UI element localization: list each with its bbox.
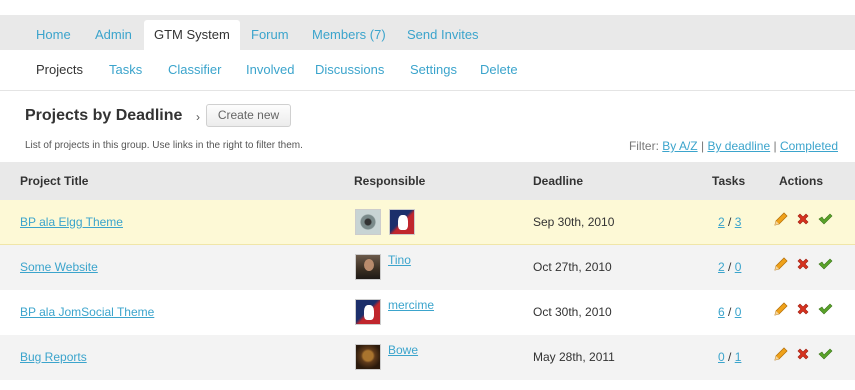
checkmark-icon[interactable] [817, 256, 833, 272]
tasks-total-link[interactable]: 3 [735, 215, 742, 229]
header-tasks: Tasks [712, 174, 746, 188]
subnav-settings[interactable]: Settings [410, 62, 457, 77]
projects-table-header: Project Title Responsible Deadline Tasks… [0, 162, 855, 200]
delete-x-icon[interactable] [795, 301, 811, 317]
table-row: BP ala Elgg Theme Sep 30th, 2010 2 / 3 [0, 200, 855, 245]
subnav-classifier[interactable]: Classifier [168, 62, 221, 77]
project-title-link[interactable]: Bug Reports [20, 350, 87, 364]
create-new-button[interactable]: Create new [206, 104, 291, 127]
responsible-user-link[interactable]: mercime [388, 298, 434, 312]
filter-completed-link[interactable]: Completed [780, 139, 838, 153]
tasks-done-link[interactable]: 6 [718, 305, 725, 319]
tab-forum[interactable]: Forum [241, 20, 299, 50]
gtm-subnav: Projects Tasks Classifier Involved Discu… [0, 50, 855, 91]
avatar[interactable] [355, 254, 381, 280]
responsible-user-link[interactable]: Bowe [388, 343, 418, 357]
avatar[interactable] [355, 344, 381, 370]
subnav-projects[interactable]: Projects [36, 62, 83, 77]
header-deadline: Deadline [533, 174, 584, 188]
subnav-discussions[interactable]: Discussions [315, 62, 384, 77]
tasks-done-link[interactable]: 0 [718, 350, 725, 364]
page-description: List of projects in this group. Use link… [25, 140, 303, 151]
group-tab-bar: Home Admin GTM System Forum Members (7) … [0, 15, 855, 50]
table-row: Bug Reports Bowe May 28th, 2011 0 / 1 [0, 335, 855, 380]
project-title-link[interactable]: BP ala Elgg Theme [20, 215, 123, 229]
filter-by-az-link[interactable]: By A/Z [662, 139, 697, 153]
tasks-separator: / [728, 215, 732, 229]
deadline-value: Sep 30th, 2010 [533, 215, 615, 229]
tasks-separator: / [728, 350, 732, 364]
avatar[interactable] [389, 209, 415, 235]
subnav-involved[interactable]: Involved [246, 62, 294, 77]
pencil-icon[interactable] [773, 211, 789, 227]
delete-x-icon[interactable] [795, 346, 811, 362]
deadline-value: Oct 27th, 2010 [533, 260, 612, 274]
top-strip [0, 0, 855, 15]
checkmark-icon[interactable] [817, 211, 833, 227]
tab-admin[interactable]: Admin [85, 20, 142, 50]
pencil-icon[interactable] [773, 346, 789, 362]
table-row: Some Website Tino Oct 27th, 2010 2 / 0 [0, 245, 855, 290]
tasks-done-link[interactable]: 2 [718, 260, 725, 274]
delete-x-icon[interactable] [795, 211, 811, 227]
pencil-icon[interactable] [773, 301, 789, 317]
filter-label: Filter: [628, 139, 659, 153]
deadline-value: May 28th, 2011 [533, 350, 615, 364]
project-title-link[interactable]: BP ala JomSocial Theme [20, 305, 154, 319]
responsible-user-link[interactable]: Tino [388, 253, 411, 267]
tab-gtm-system[interactable]: GTM System [144, 20, 240, 50]
tasks-separator: / [728, 305, 732, 319]
tab-home[interactable]: Home [26, 20, 81, 50]
tasks-total-link[interactable]: 0 [735, 305, 742, 319]
header-project-title: Project Title [20, 174, 89, 188]
filter-by-deadline-link[interactable]: By deadline [707, 139, 770, 153]
tasks-count: 2 / 3 [718, 215, 741, 229]
subnav-tasks[interactable]: Tasks [109, 62, 142, 77]
checkmark-icon[interactable] [817, 301, 833, 317]
header-responsible: Responsible [354, 174, 426, 188]
project-title-link[interactable]: Some Website [20, 260, 98, 274]
filter-bar: Filter: By A/Z | By deadline | Completed [629, 139, 838, 153]
tasks-total-link[interactable]: 1 [735, 350, 742, 364]
page-title: Projects by Deadline [25, 107, 183, 124]
tab-members[interactable]: Members (7) [302, 20, 396, 50]
subnav-delete[interactable]: Delete [480, 62, 518, 77]
avatar[interactable] [355, 209, 381, 235]
deadline-value: Oct 30th, 2010 [533, 305, 612, 319]
tab-send-invites[interactable]: Send Invites [397, 20, 489, 50]
tasks-count: 2 / 0 [718, 260, 741, 274]
tasks-count: 0 / 1 [718, 350, 741, 364]
checkmark-icon[interactable] [817, 346, 833, 362]
avatar[interactable] [355, 299, 381, 325]
tasks-total-link[interactable]: 0 [735, 260, 742, 274]
filter-separator: | [700, 139, 705, 153]
tasks-count: 6 / 0 [718, 305, 741, 319]
tasks-done-link[interactable]: 2 [718, 215, 725, 229]
header-actions: Actions [779, 174, 824, 188]
chevron-right-icon: › [196, 110, 200, 124]
table-row: BP ala JomSocial Theme mercime Oct 30th,… [0, 290, 855, 335]
delete-x-icon[interactable] [795, 256, 811, 272]
pencil-icon[interactable] [773, 256, 789, 272]
tasks-separator: / [728, 260, 732, 274]
filter-separator: | [773, 139, 777, 153]
